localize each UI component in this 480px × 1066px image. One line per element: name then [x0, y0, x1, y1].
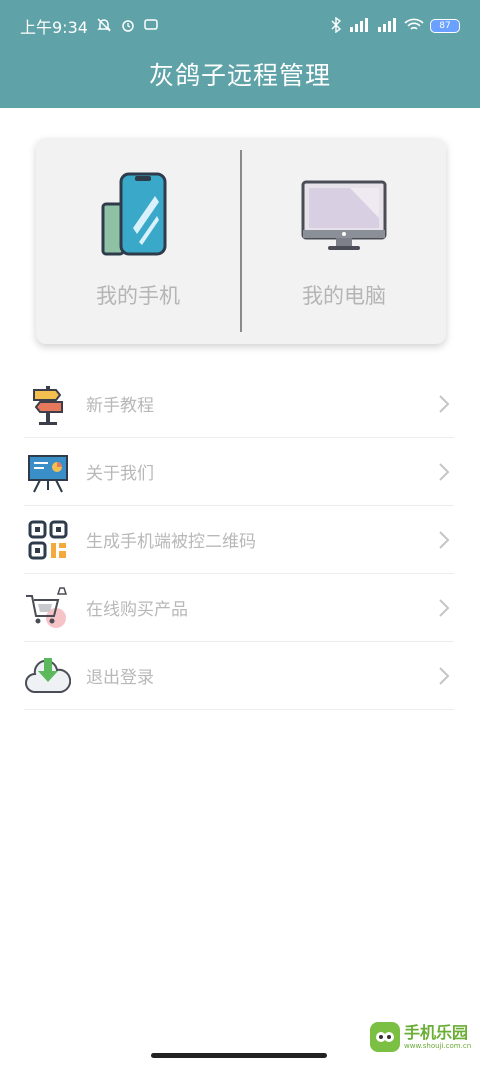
my-computer-button[interactable]: 我的电脑 [242, 138, 446, 344]
chevron-right-icon [434, 666, 454, 686]
qr-code-icon [24, 516, 72, 564]
my-phone-button[interactable]: 我的手机 [36, 138, 240, 344]
alarm-icon [120, 17, 136, 36]
shopping-cart-icon [24, 584, 72, 632]
my-phone-label: 我的手机 [96, 284, 180, 308]
my-computer-label: 我的电脑 [302, 284, 386, 308]
menu-item-logout[interactable]: 退出登录 [24, 642, 454, 710]
menu-item-about[interactable]: 关于我们 [24, 438, 454, 506]
chevron-right-icon [434, 462, 454, 482]
page-title: 灰鸽子远程管理 [148, 61, 331, 90]
menu-label-purchase: 在线购买产品 [86, 600, 188, 620]
device-card: 我的手机 我的电脑 [36, 138, 446, 344]
presentation-board-icon [24, 448, 72, 496]
bell-muted-icon [96, 17, 112, 36]
monitor-icon [300, 172, 388, 260]
home-indicator[interactable] [151, 1053, 327, 1058]
menu-item-purchase[interactable]: 在线购买产品 [24, 574, 454, 642]
menu-label-about: 关于我们 [86, 464, 154, 484]
menu-item-qr-code[interactable]: 生成手机端被控二维码 [24, 506, 454, 574]
chevron-right-icon [434, 530, 454, 550]
signal-icon [348, 17, 370, 35]
battery-indicator: 87 [430, 19, 460, 33]
bluetooth-icon [330, 16, 342, 36]
signal-icon-2 [376, 17, 398, 35]
message-icon [144, 18, 158, 35]
menu-label-tutorial: 新手教程 [86, 396, 154, 416]
menu-item-tutorial[interactable]: 新手教程 [24, 370, 454, 438]
watermark-title: 手机乐园 [404, 1023, 469, 1042]
site-watermark: 手机乐园 www.shouji.com.cn [370, 1022, 471, 1052]
phone-icon [97, 172, 179, 260]
status-time: 上午9:34 [20, 18, 88, 37]
chevron-right-icon [434, 598, 454, 618]
watermark-url: www.shouji.com.cn [404, 1042, 472, 1050]
status-bar: 上午9:34 87 [0, 0, 480, 52]
chevron-right-icon [434, 394, 454, 414]
menu-label-logout: 退出登录 [86, 668, 154, 688]
wifi-icon [404, 18, 424, 35]
menu-list: 新手教程 关于我们 生成手机端被控二维码 在线购买产品 退出登录 [24, 370, 454, 710]
cloud-download-icon [24, 652, 72, 700]
watermark-logo-icon [370, 1022, 400, 1052]
menu-label-qr-code: 生成手机端被控二维码 [86, 532, 256, 552]
signpost-icon [24, 380, 72, 428]
app-header: 上午9:34 87 灰鸽子远程管理 [0, 0, 480, 108]
